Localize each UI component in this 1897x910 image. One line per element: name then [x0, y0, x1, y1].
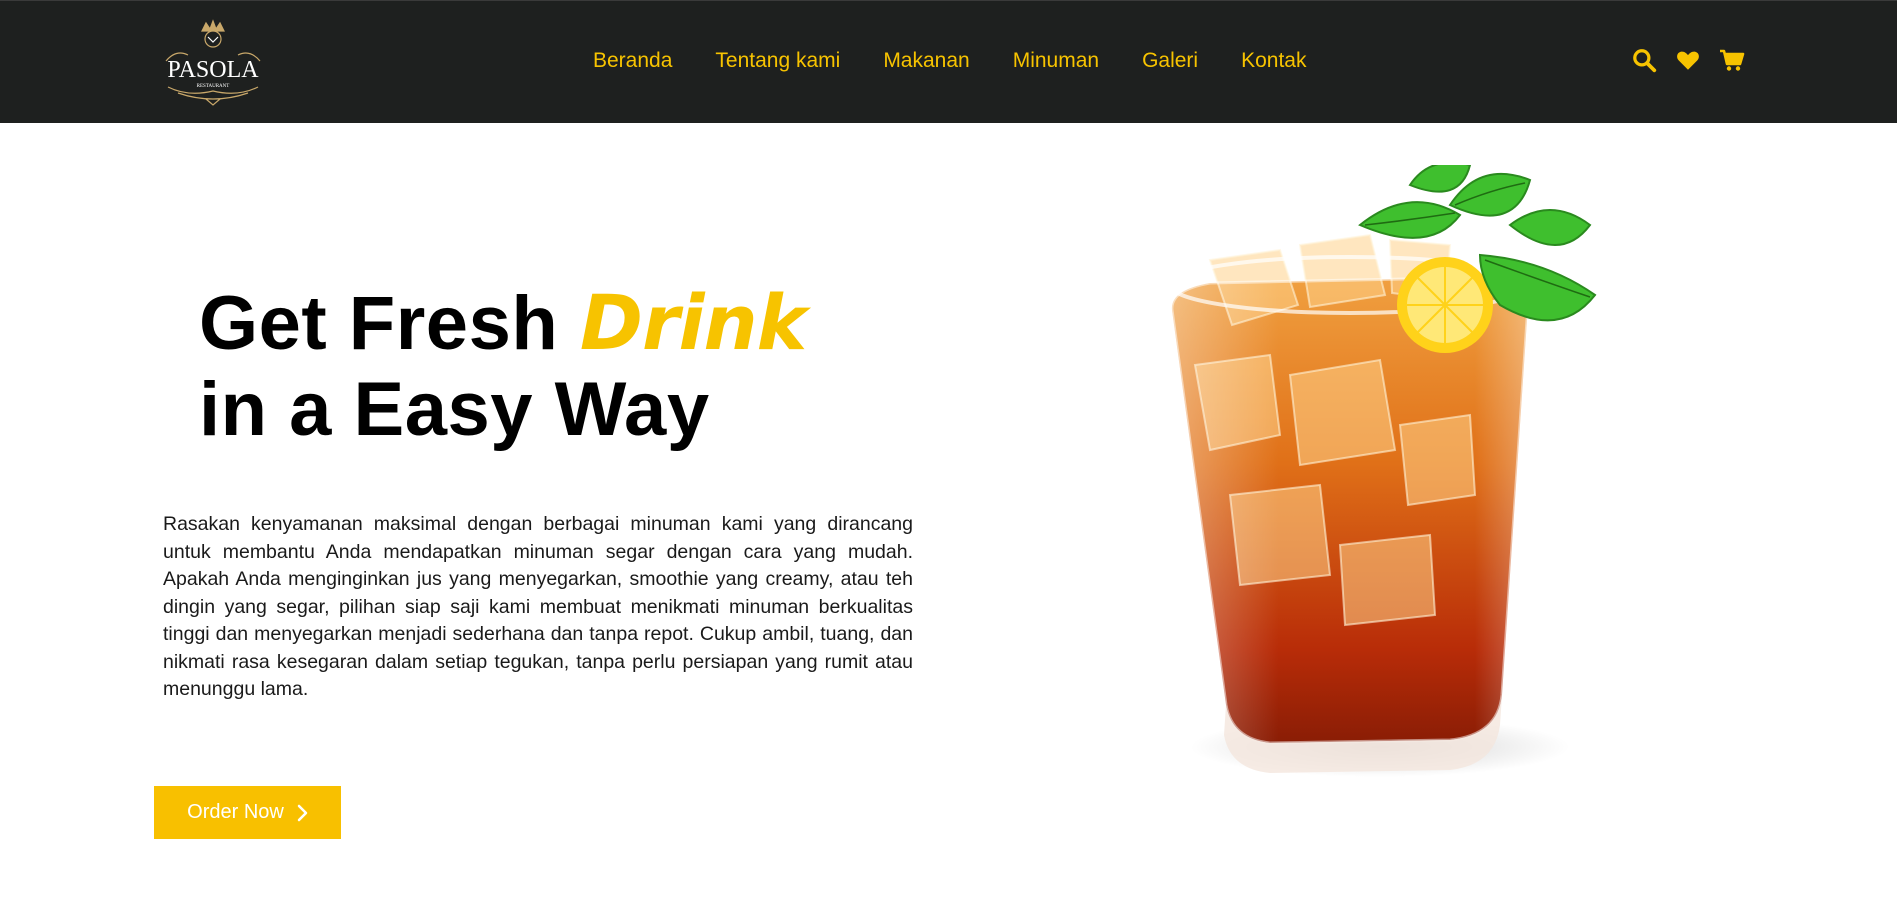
hero-description: Rasakan kenyamanan maksimal dengan berba…	[163, 513, 913, 700]
nav-beranda[interactable]: Beranda	[593, 49, 672, 73]
hero-title-accent: Drink	[579, 278, 807, 367]
nav-tentang-kami[interactable]: Tentang kami	[715, 49, 840, 73]
order-now-button[interactable]: Order Now	[154, 786, 341, 839]
search-icon[interactable]	[1631, 47, 1657, 73]
svg-text:PASOLA: PASOLA	[167, 57, 259, 83]
pasola-logo[interactable]: PASOLA RESTAURANT	[158, 15, 268, 107]
nav-galeri[interactable]: Galeri	[1142, 49, 1198, 73]
nav-minuman[interactable]: Minuman	[1013, 49, 1099, 73]
heart-icon[interactable]	[1675, 47, 1701, 73]
navbar: PASOLA RESTAURANT Beranda Tentang kami M…	[0, 0, 1897, 123]
nav-kontak[interactable]: Kontak	[1241, 49, 1306, 73]
header-actions	[1631, 47, 1745, 73]
cart-icon[interactable]	[1719, 47, 1745, 73]
chevron-right-icon	[297, 804, 308, 821]
svg-text:RESTAURANT: RESTAURANT	[197, 84, 230, 89]
order-now-label: Order Now	[187, 801, 284, 823]
nav-makanan[interactable]: Makanan	[883, 49, 969, 73]
hero-title-line2: in a Easy Way	[199, 367, 710, 452]
main-nav: Beranda Tentang kami Makanan Minuman Gal…	[593, 49, 1350, 73]
hero-title-part1: Get Fresh	[199, 281, 580, 366]
hero-title: Get Fresh Drink in a Easy Way	[199, 278, 807, 453]
iced-tea-image	[1168, 165, 1597, 777]
